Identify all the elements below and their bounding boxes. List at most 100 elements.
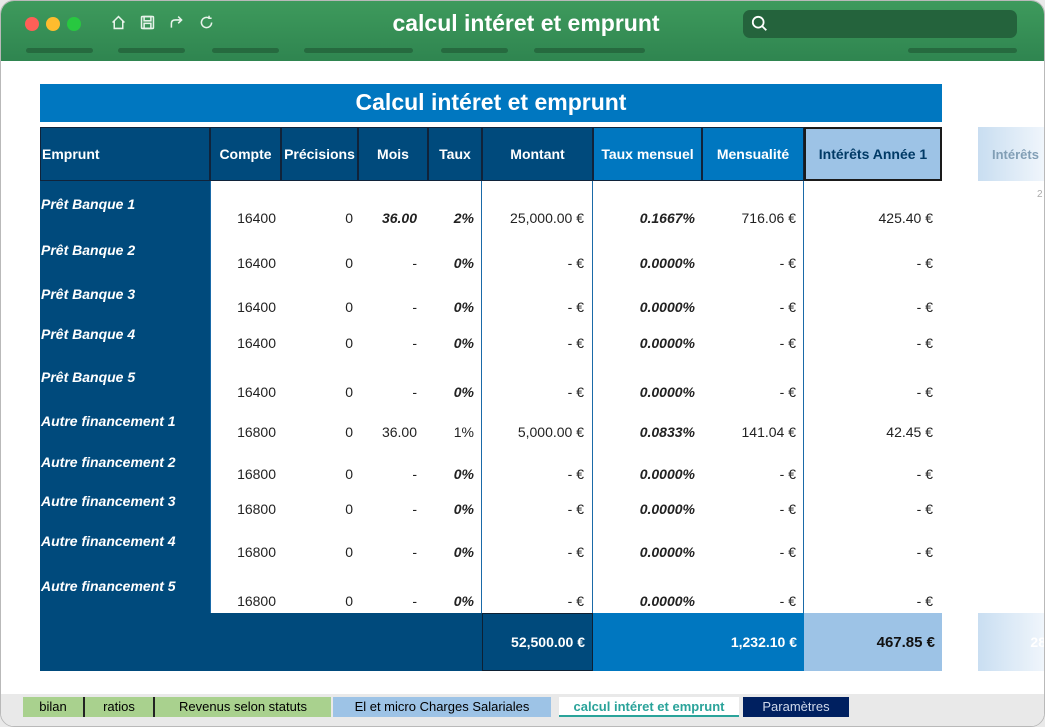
cell-mois[interactable]: - xyxy=(412,593,417,609)
cell-montant[interactable]: - € xyxy=(568,299,584,315)
cell-mensualite[interactable]: 141.04 € xyxy=(742,424,797,440)
cell-precisions[interactable]: 0 xyxy=(345,299,353,315)
toolbar-group[interactable] xyxy=(212,48,279,53)
cell-precisions[interactable]: 0 xyxy=(345,335,353,351)
cell-mois[interactable]: - xyxy=(412,466,417,482)
cell-compte[interactable]: 16800 xyxy=(237,593,276,609)
cell-interets-annee-1[interactable]: - € xyxy=(917,544,933,560)
cell-montant[interactable]: - € xyxy=(568,501,584,517)
save-icon[interactable] xyxy=(138,14,156,32)
header-mensualite[interactable]: Mensualité xyxy=(702,127,804,181)
cell-mois[interactable]: - xyxy=(412,255,417,271)
cell-taux-mensuel[interactable]: 0.0000% xyxy=(640,544,695,560)
cell-mensualite[interactable]: - € xyxy=(780,593,796,609)
cell-taux-mensuel[interactable]: 0.0000% xyxy=(640,466,695,482)
header-emprunt[interactable]: Emprunt xyxy=(40,127,210,181)
cell-precisions[interactable]: 0 xyxy=(345,466,353,482)
cell-montant[interactable]: - € xyxy=(568,593,584,609)
cell-compte[interactable]: 16800 xyxy=(237,501,276,517)
cell-mensualite[interactable]: 716.06 € xyxy=(742,210,797,226)
toolbar-group[interactable] xyxy=(908,48,1017,53)
total-interets-annee-1[interactable]: 467.85 € xyxy=(804,613,942,671)
tab-ratios[interactable]: ratios xyxy=(85,697,155,717)
cell-mensualite[interactable]: - € xyxy=(780,384,796,400)
header-compte[interactable]: Compte xyxy=(210,127,281,181)
row-label[interactable]: Prêt Banque 2 xyxy=(41,242,135,258)
row-label[interactable]: Prêt Banque 5 xyxy=(41,369,135,385)
cell-taux-mensuel[interactable]: 0.0000% xyxy=(640,335,695,351)
cell-taux-mensuel[interactable]: 0.0833% xyxy=(640,424,695,440)
cell-mensualite[interactable]: - € xyxy=(780,501,796,517)
cell-precisions[interactable]: 0 xyxy=(345,210,353,226)
cell-montant[interactable]: - € xyxy=(568,255,584,271)
cell-mensualite[interactable]: - € xyxy=(780,255,796,271)
row-label[interactable]: Autre financement 3 xyxy=(41,493,176,509)
cell-precisions[interactable]: 0 xyxy=(345,593,353,609)
cell-taux[interactable]: 0% xyxy=(454,335,474,351)
cell-compte[interactable]: 16800 xyxy=(237,424,276,440)
cell-montant[interactable]: 25,000.00 € xyxy=(510,210,584,226)
cell-mensualite[interactable]: - € xyxy=(780,335,796,351)
cell-precisions[interactable]: 0 xyxy=(345,424,353,440)
cell-taux[interactable]: 0% xyxy=(454,593,474,609)
header-montant[interactable]: Montant xyxy=(482,127,593,181)
header-taux-mensuel[interactable]: Taux mensuel xyxy=(593,127,702,181)
cell-compte[interactable]: 16800 xyxy=(237,466,276,482)
search-field[interactable] xyxy=(743,10,1017,38)
cell-compte[interactable]: 16400 xyxy=(237,384,276,400)
cell-taux[interactable]: 0% xyxy=(454,466,474,482)
cell-interets-annee-1[interactable]: - € xyxy=(917,466,933,482)
toolbar-group[interactable] xyxy=(118,48,185,53)
cell-compte[interactable]: 16400 xyxy=(237,299,276,315)
cell-taux-mensuel[interactable]: 0.0000% xyxy=(640,501,695,517)
cell-precisions[interactable]: 0 xyxy=(345,255,353,271)
cell-mois[interactable]: 36.00 xyxy=(382,210,417,226)
cell-interets-annee-1[interactable]: 425.40 € xyxy=(879,210,934,226)
cell-interets-annee-1[interactable]: - € xyxy=(917,335,933,351)
cell-taux-mensuel[interactable]: 0.1667% xyxy=(640,210,695,226)
cell-taux-mensuel[interactable]: 0.0000% xyxy=(640,255,695,271)
cell-montant[interactable]: - € xyxy=(568,384,584,400)
header-mois[interactable]: Mois xyxy=(358,127,428,181)
cell-taux[interactable]: 1% xyxy=(454,424,474,440)
cell-interets-annee-1[interactable]: - € xyxy=(917,501,933,517)
row-label[interactable]: Prêt Banque 3 xyxy=(41,286,135,302)
cell-interets-annee-1[interactable]: - € xyxy=(917,593,933,609)
row-label[interactable]: Prêt Banque 1 xyxy=(41,196,135,212)
tab-revenus-selon-statuts[interactable]: Revenus selon statuts xyxy=(155,697,331,717)
total-interets-partial[interactable]: 28 xyxy=(978,613,1044,671)
cell-montant[interactable]: - € xyxy=(568,466,584,482)
cell-mois[interactable]: - xyxy=(412,335,417,351)
cell-taux[interactable]: 0% xyxy=(454,544,474,560)
cell-precisions[interactable]: 0 xyxy=(345,501,353,517)
cell-montant[interactable]: 5,000.00 € xyxy=(518,424,584,440)
total-montant[interactable]: 52,500.00 € xyxy=(482,613,593,671)
cell-taux[interactable]: 0% xyxy=(454,501,474,517)
cell-precisions[interactable]: 0 xyxy=(345,544,353,560)
minimize-window-button[interactable] xyxy=(46,17,60,31)
cell-taux[interactable]: 0% xyxy=(454,384,474,400)
header-taux[interactable]: Taux xyxy=(428,127,482,181)
tab-el-micro-charges-salariales[interactable]: El et micro Charges Salariales xyxy=(333,697,551,717)
header-interets-partial[interactable]: Intérêts xyxy=(978,127,1044,181)
cell-compte[interactable]: 16800 xyxy=(237,544,276,560)
cell-taux[interactable]: 2% xyxy=(454,210,474,226)
cell-mois[interactable]: - xyxy=(412,544,417,560)
row-label[interactable]: Prêt Banque 4 xyxy=(41,326,135,342)
cell-mensualite[interactable]: - € xyxy=(780,466,796,482)
cell-interets-annee-1[interactable]: - € xyxy=(917,255,933,271)
cell-precisions[interactable]: 0 xyxy=(345,384,353,400)
cell-compte[interactable]: 16400 xyxy=(237,210,276,226)
row-label[interactable]: Autre financement 4 xyxy=(41,533,176,549)
header-precisions[interactable]: Précisions xyxy=(281,127,358,181)
toolbar-group[interactable] xyxy=(441,48,508,53)
cell-taux[interactable]: 0% xyxy=(454,255,474,271)
cell-taux-mensuel[interactable]: 0.0000% xyxy=(640,299,695,315)
cell-montant[interactable]: - € xyxy=(568,335,584,351)
redo-icon[interactable] xyxy=(167,14,185,32)
cell-taux-mensuel[interactable]: 0.0000% xyxy=(640,593,695,609)
header-interets-annee-1[interactable]: Intérêts Année 1 xyxy=(804,127,942,181)
cell-compte[interactable]: 16400 xyxy=(237,255,276,271)
cell-mois[interactable]: - xyxy=(412,384,417,400)
tab-bilan[interactable]: bilan xyxy=(23,697,85,717)
